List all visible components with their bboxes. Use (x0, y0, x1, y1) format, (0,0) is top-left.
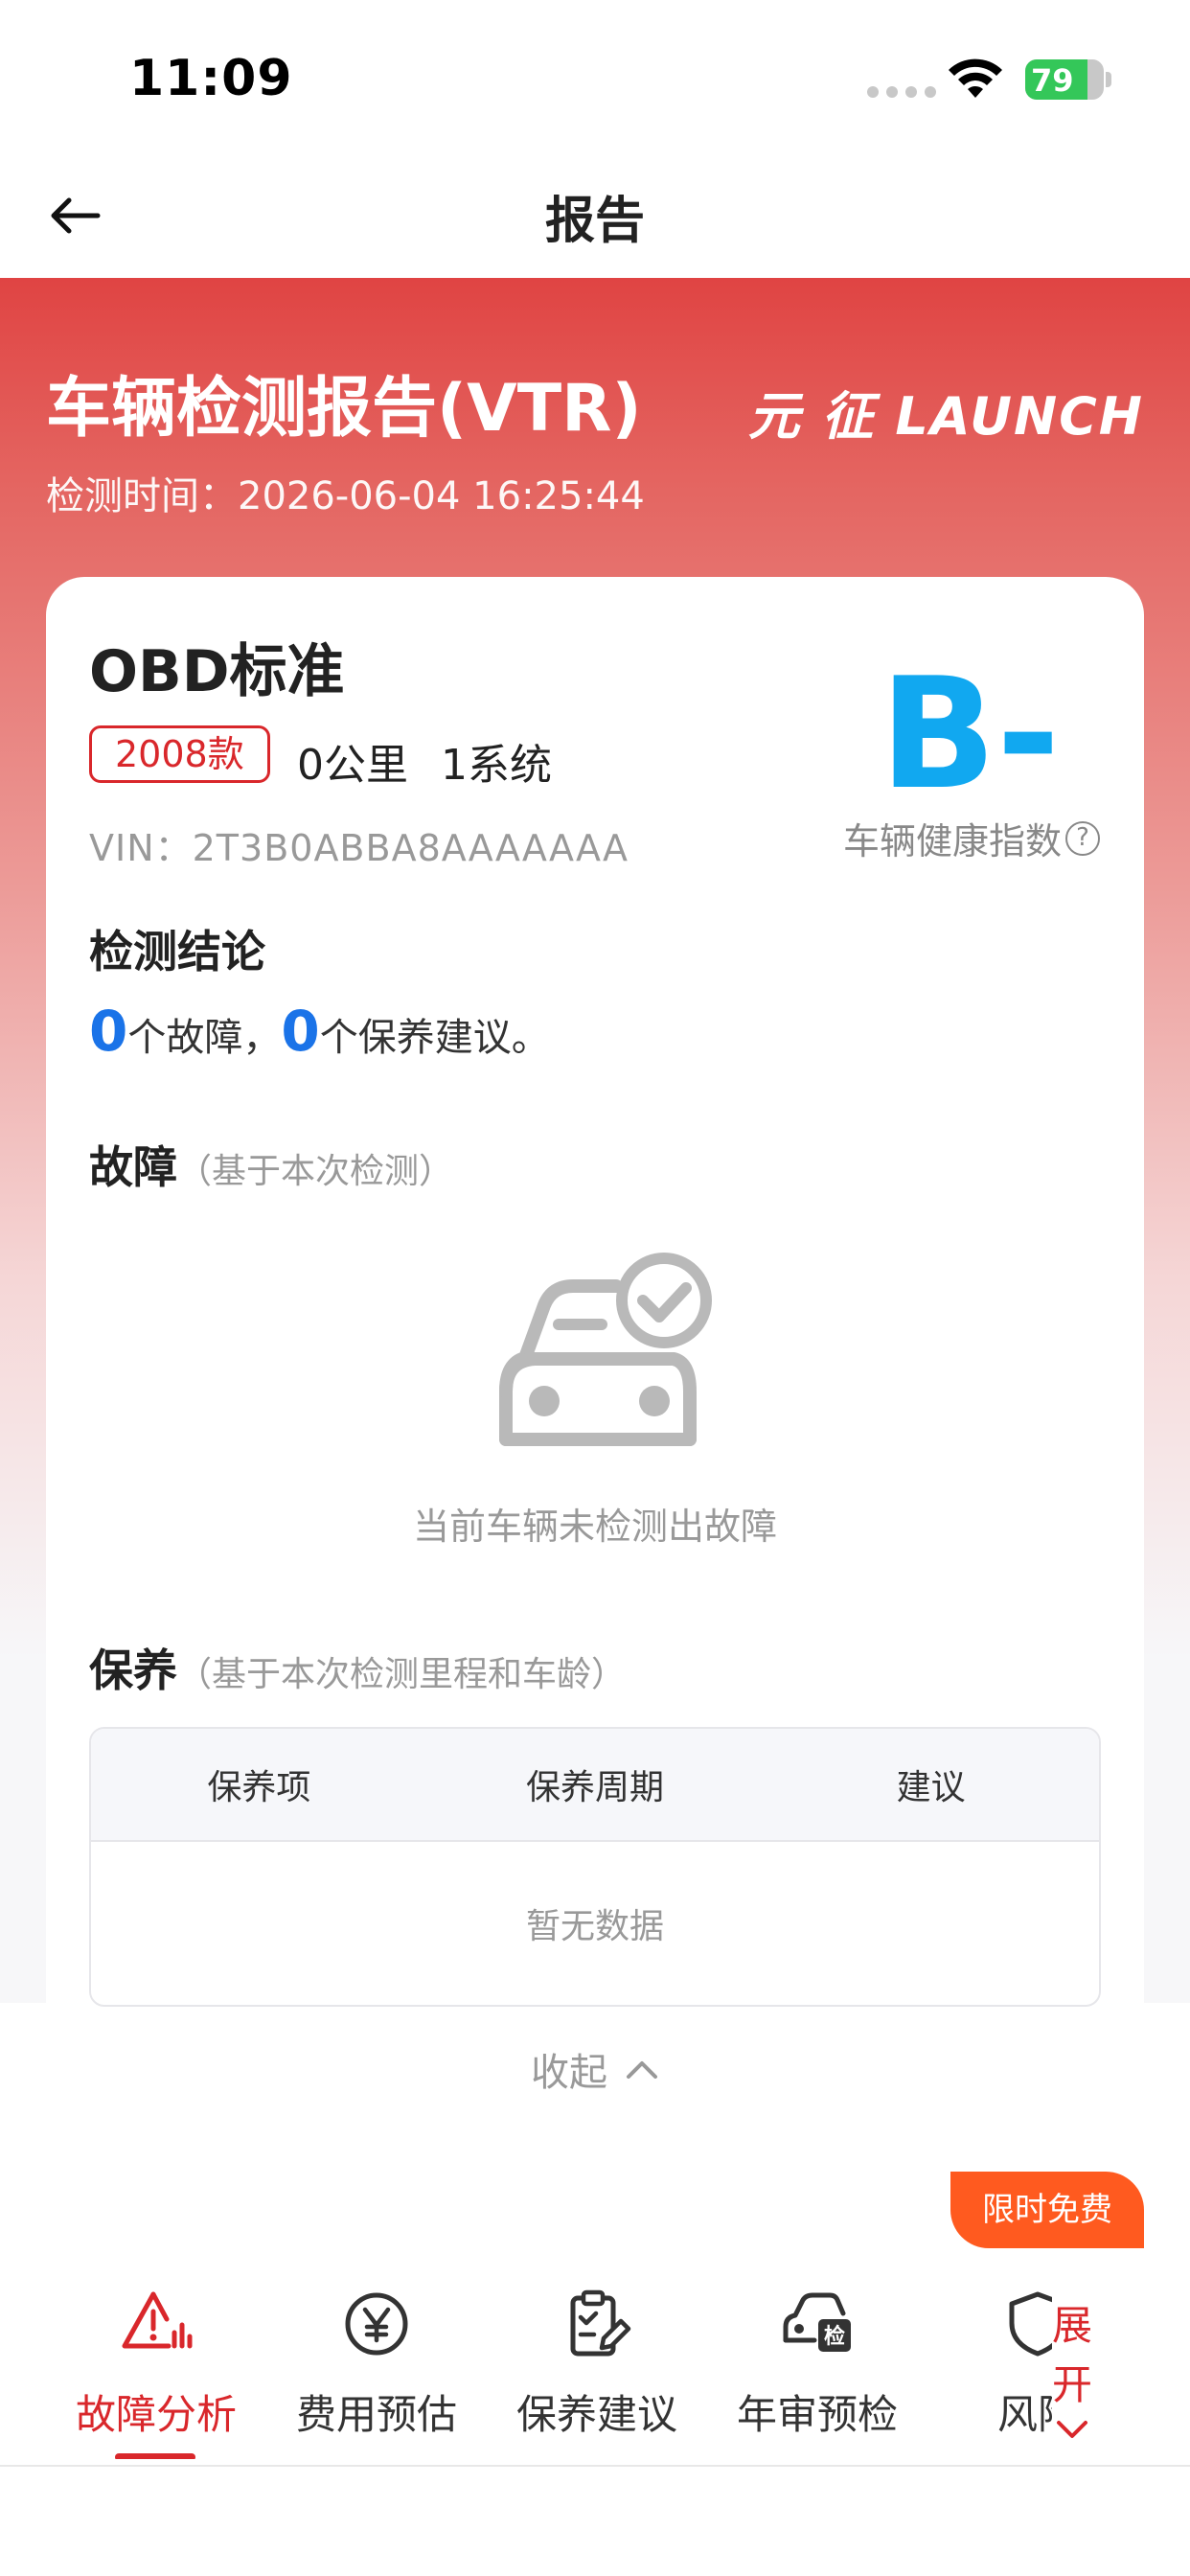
help-icon[interactable]: ? (1065, 820, 1101, 856)
maintenance-subtitle: （基于本次检测里程和车龄） (177, 1655, 627, 1694)
page-title: 报告 (544, 193, 645, 250)
maintenance-title: 保养 (89, 1644, 177, 1696)
tab-label: 故障分析 (75, 2391, 237, 2438)
brand-logo: 元 征 LAUNCH (747, 386, 1144, 447)
fault-count-text: 个故障， (127, 1016, 282, 1060)
maintenance-count-text: 个保养建议。 (319, 1016, 550, 1060)
report-card: OBD标准 2008款 0公里 1系统 VIN：2T3B0ABBA8AAAAAA… (46, 577, 1144, 2139)
warning-chart-icon (122, 2291, 193, 2349)
chevron-down-icon (1057, 2421, 1087, 2438)
health-grade: B- (880, 644, 1061, 823)
year-tag: 2008款 (89, 725, 270, 783)
battery-icon: 79 (1025, 59, 1111, 100)
health-index-text: 车辆健康指数 (843, 820, 1063, 862)
health-index-label[interactable]: 车辆健康指数 ? (843, 812, 1101, 864)
conclusion-summary: 0个故障，0个保养建议。 (89, 999, 550, 1064)
report-title: 车辆检测报告(VTR) (46, 371, 642, 447)
svg-text:检: 检 (824, 2324, 845, 2349)
table-empty-text: 暂无数据 (525, 1907, 664, 1946)
chevron-up-icon (627, 2061, 657, 2079)
bottom-area (0, 2467, 1190, 2576)
system-count: 1系统 (441, 741, 552, 790)
maintenance-count: 0 (281, 999, 320, 1064)
status-time: 11:09 (129, 50, 293, 107)
collapse-label: 收起 (531, 2051, 607, 2095)
report-time: 检测时间：2026-06-04 16:25:44 (46, 474, 645, 518)
expand-label: 展开 (1051, 2302, 1092, 2408)
vin: VIN：2T3B0ABBA8AAAAAAA (89, 827, 629, 869)
free-badge: 限时免费 (950, 2172, 1144, 2248)
no-fault-text: 当前车辆未检测出故障 (412, 1506, 777, 1548)
tab-annual-inspection[interactable]: 检 年审预检 (707, 2287, 927, 2459)
table-header: 保养项 保养周期 建议 (91, 1729, 1099, 1842)
yen-coin-icon (345, 2292, 408, 2356)
conclusion-title: 检测结论 (89, 926, 265, 978)
fault-count: 0 (89, 999, 128, 1064)
tab-maintenance-advice[interactable]: 保养建议 (487, 2287, 707, 2459)
tab-fault-analysis[interactable]: 故障分析 (46, 2287, 266, 2459)
clipboard-pen-icon (570, 2289, 631, 2357)
feature-tabs: 故障分析 费用预估 保养建议 检 年审预检 风 (46, 2287, 1052, 2459)
mileage: 0公里 (297, 741, 408, 790)
nav-bar: 报告 (0, 153, 1190, 278)
column-header: 保养周期 (526, 1768, 665, 1807)
status-bar: 11:09 79 (0, 0, 1190, 153)
active-tab-indicator (115, 2453, 195, 2459)
tab-label: 保养建议 (515, 2391, 677, 2438)
car-inspection-icon: 检 (783, 2292, 851, 2352)
fault-subtitle: （基于本次检测） (177, 1152, 454, 1191)
cellular-signal-icon (867, 86, 936, 98)
tab-label: 费用预估 (295, 2391, 457, 2438)
battery-percent: 79 (1031, 62, 1074, 99)
wifi-icon (949, 58, 1002, 98)
maintenance-section-title: 保养（基于本次检测里程和车龄） (89, 1636, 626, 1699)
maintenance-table: 保养项 保养周期 建议 暂无数据 (89, 1727, 1101, 2007)
tab-cost-estimate[interactable]: 费用预估 (266, 2287, 487, 2459)
fault-section-title: 故障（基于本次检测） (89, 1133, 453, 1196)
collapse-button[interactable]: 收起 (46, 2041, 1144, 2097)
fault-title: 故障 (89, 1141, 177, 1193)
car-check-icon (499, 1253, 712, 1446)
tab-label: 年审预检 (736, 2391, 898, 2438)
expand-button[interactable]: 展开 (1029, 2296, 1115, 2442)
column-header: 保养项 (207, 1768, 311, 1807)
column-header: 建议 (896, 1768, 966, 1807)
vehicle-name: OBD标准 (89, 638, 345, 705)
